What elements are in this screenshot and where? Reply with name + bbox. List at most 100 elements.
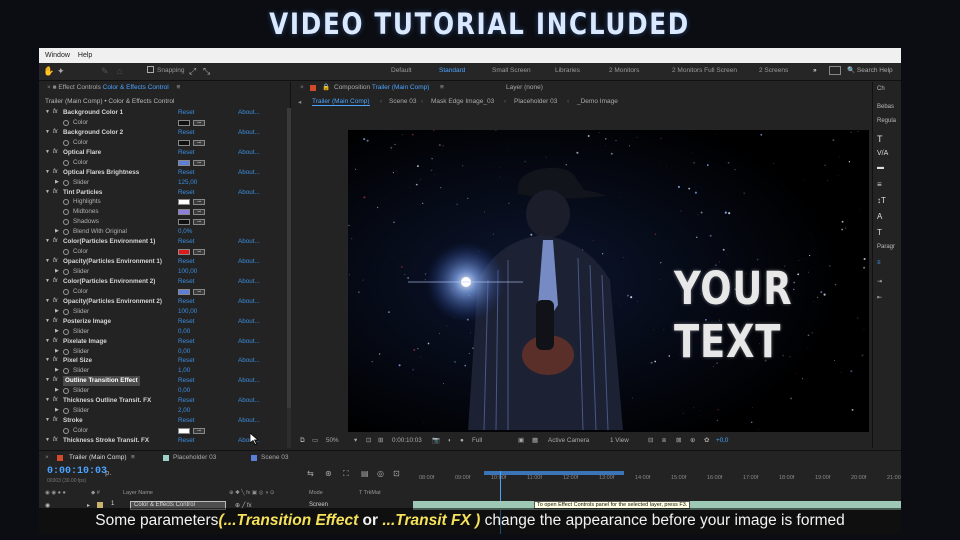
stopwatch-icon[interactable] — [63, 209, 69, 216]
timeline-search-icon[interactable]: ρ. — [105, 469, 112, 477]
workspace-default[interactable]: Default — [391, 67, 412, 74]
panel-close-icon[interactable]: × ■ — [47, 84, 57, 91]
timeline-close-icon[interactable]: × — [45, 454, 49, 461]
magnification-dropdown[interactable]: 50% — [326, 435, 339, 447]
about-link[interactable]: About... — [238, 356, 260, 366]
tab-demo-image[interactable]: _Demo Image — [577, 98, 618, 105]
eyedropper-icon[interactable]: ⊸ — [193, 209, 205, 216]
expand-triangle-icon[interactable]: ▶ — [55, 366, 59, 376]
expand-triangle-icon[interactable]: ▼ — [45, 168, 50, 178]
expand-triangle-icon[interactable]: ▼ — [45, 188, 50, 198]
effect-row[interactable]: ▼ fx Color(Particles Environment 1) Reset Ab… — [39, 237, 287, 247]
timeline-tab-placeholder[interactable]: Placeholder 03 — [173, 454, 216, 461]
reset-link[interactable]: Reset — [178, 168, 194, 178]
about-link[interactable]: About... — [238, 168, 260, 178]
about-link[interactable]: About... — [238, 257, 260, 267]
timeline-tab-scene[interactable]: Scene 03 — [261, 454, 288, 461]
shy-icon[interactable]: ⛶ — [343, 469, 349, 479]
mode-column[interactable]: Mode — [309, 490, 323, 496]
effect-name[interactable]: Background Color 2 — [63, 128, 123, 138]
expand-triangle-icon[interactable]: ▼ — [45, 257, 50, 267]
menu-help[interactable]: Help — [78, 52, 92, 59]
property-row[interactable]: ▶ Slider 0,00 — [39, 327, 287, 337]
effect-row[interactable]: ▼ fx Tint Particles Reset About... — [39, 188, 287, 198]
reset-link[interactable]: Reset — [178, 416, 194, 426]
fx-icon[interactable]: fx — [53, 277, 58, 287]
stopwatch-icon[interactable] — [63, 428, 69, 434]
expand-triangle-icon[interactable]: ▼ — [45, 277, 50, 287]
reset-link[interactable]: Reset — [178, 337, 194, 347]
property-row[interactable]: ▶ Slider 2,00 — [39, 406, 287, 416]
stopwatch-icon[interactable] — [63, 288, 69, 295]
workspace-2-monitors[interactable]: 2 Monitors — [609, 67, 639, 74]
transparency-grid-icon[interactable]: ▦ — [532, 435, 538, 447]
composition-viewer[interactable]: YOUR TEXT — [348, 130, 869, 432]
zoom-dropdown-icon[interactable]: ▾ — [354, 435, 357, 447]
effect-row[interactable]: ▼ fx Opacity(Particles Environment 1) Reset… — [39, 257, 287, 267]
always-preview-icon[interactable]: ⧉ — [300, 435, 305, 447]
reset-link[interactable]: Reset — [178, 396, 194, 406]
stopwatch-icon[interactable] — [63, 308, 69, 315]
stopwatch-icon[interactable] — [63, 119, 69, 126]
effect-name[interactable]: Posterize Image — [63, 317, 111, 327]
expand-triangle-icon[interactable]: ▼ — [45, 396, 50, 406]
effect-row[interactable]: ▼ fx Optical Flare Reset About... — [39, 148, 287, 158]
color-swatch[interactable] — [178, 139, 190, 146]
character-tab[interactable]: Ch — [877, 86, 885, 92]
trkmat-column[interactable]: T TrkMat — [359, 490, 381, 496]
workspace-2-screens[interactable]: 2 Screens — [759, 67, 788, 74]
comp-lock-icon[interactable]: 🔒 — [322, 82, 330, 94]
effect-name[interactable]: Pixelate Image — [63, 337, 107, 347]
stopwatch-icon[interactable] — [63, 328, 69, 335]
fx-icon[interactable]: fx — [53, 297, 58, 307]
property-row[interactable]: ▶ Slider 125,00 — [39, 178, 287, 188]
comp-flow-icon[interactable]: ⇆ — [307, 469, 314, 478]
about-link[interactable]: About... — [238, 108, 260, 118]
comp-panel-menu-icon[interactable]: ≡ — [440, 82, 444, 94]
about-link[interactable]: About... — [238, 188, 260, 198]
tab-scene-03[interactable]: Scene 03 — [389, 98, 416, 105]
search-help-field[interactable]: 🔍 Search Help — [847, 66, 899, 77]
stopwatch-icon[interactable] — [63, 199, 69, 206]
stopwatch-icon[interactable] — [63, 179, 69, 186]
effect-name[interactable]: Thickness Outline Transit. FX — [63, 396, 151, 406]
effect-row[interactable]: ▼ fx Optical Flares Brightness Reset About..… — [39, 168, 287, 178]
stamp-tool-icon[interactable]: ⌂ — [117, 66, 127, 76]
property-row[interactable]: ▶ Slider 0,00 — [39, 347, 287, 357]
space-before-icon[interactable]: ⇤ — [877, 294, 882, 301]
property-row[interactable]: ▶ Slider 100,00 — [39, 307, 287, 317]
expand-triangle-icon[interactable]: ▶ — [55, 178, 59, 188]
about-link[interactable]: About... — [238, 297, 260, 307]
effect-name[interactable]: Opacity(Particles Environment 1) — [63, 257, 162, 267]
draft-3d-icon[interactable]: ⊛ — [325, 469, 332, 478]
fx-icon[interactable]: fx — [53, 108, 58, 118]
expand-triangle-icon[interactable]: ▶ — [55, 386, 59, 396]
eyedropper-icon[interactable]: ⊸ — [193, 119, 205, 126]
property-row[interactable]: ▶ Slider 0,00 — [39, 386, 287, 396]
property-value[interactable]: 100,00 — [178, 307, 197, 317]
eyedropper-icon[interactable]: ⊸ — [193, 139, 205, 146]
workspace-libraries[interactable]: Libraries — [555, 67, 580, 74]
timeline-tab-main[interactable]: Trailer (Main Comp) — [69, 454, 127, 461]
eyedropper-icon[interactable]: ⊸ — [193, 428, 205, 434]
expand-triangle-icon[interactable]: ▼ — [45, 148, 50, 158]
color-swatch[interactable] — [178, 199, 190, 206]
effect-name[interactable]: Tint Particles — [63, 188, 102, 198]
effect-row[interactable]: ▼ fx Pixel Size Reset About... — [39, 356, 287, 366]
property-row[interactable]: Color ⊸ — [39, 158, 287, 168]
stopwatch-icon[interactable] — [63, 229, 69, 236]
effect-row[interactable]: ▼ fx Color(Particles Environment 2) Reset Ab… — [39, 277, 287, 287]
frame-blend-icon[interactable]: ▤ — [361, 469, 369, 478]
fx-icon[interactable]: fx — [53, 436, 58, 446]
eyedropper-icon[interactable]: ⊸ — [193, 288, 205, 295]
view-layout-dropdown[interactable]: 1 View — [610, 435, 629, 447]
tab-nav-icon[interactable]: ◂ — [298, 98, 301, 106]
layout-icon[interactable] — [829, 66, 841, 75]
reset-link[interactable]: Reset — [178, 188, 194, 198]
snapping-checkbox[interactable] — [147, 66, 154, 73]
expand-triangle-icon[interactable]: ▼ — [45, 356, 50, 366]
about-link[interactable]: About... — [238, 277, 260, 287]
snapshot-icon[interactable]: 📷 — [432, 435, 440, 447]
expand-triangle-icon[interactable]: ▼ — [45, 376, 50, 386]
align-left-icon[interactable]: ≡ — [877, 260, 881, 266]
